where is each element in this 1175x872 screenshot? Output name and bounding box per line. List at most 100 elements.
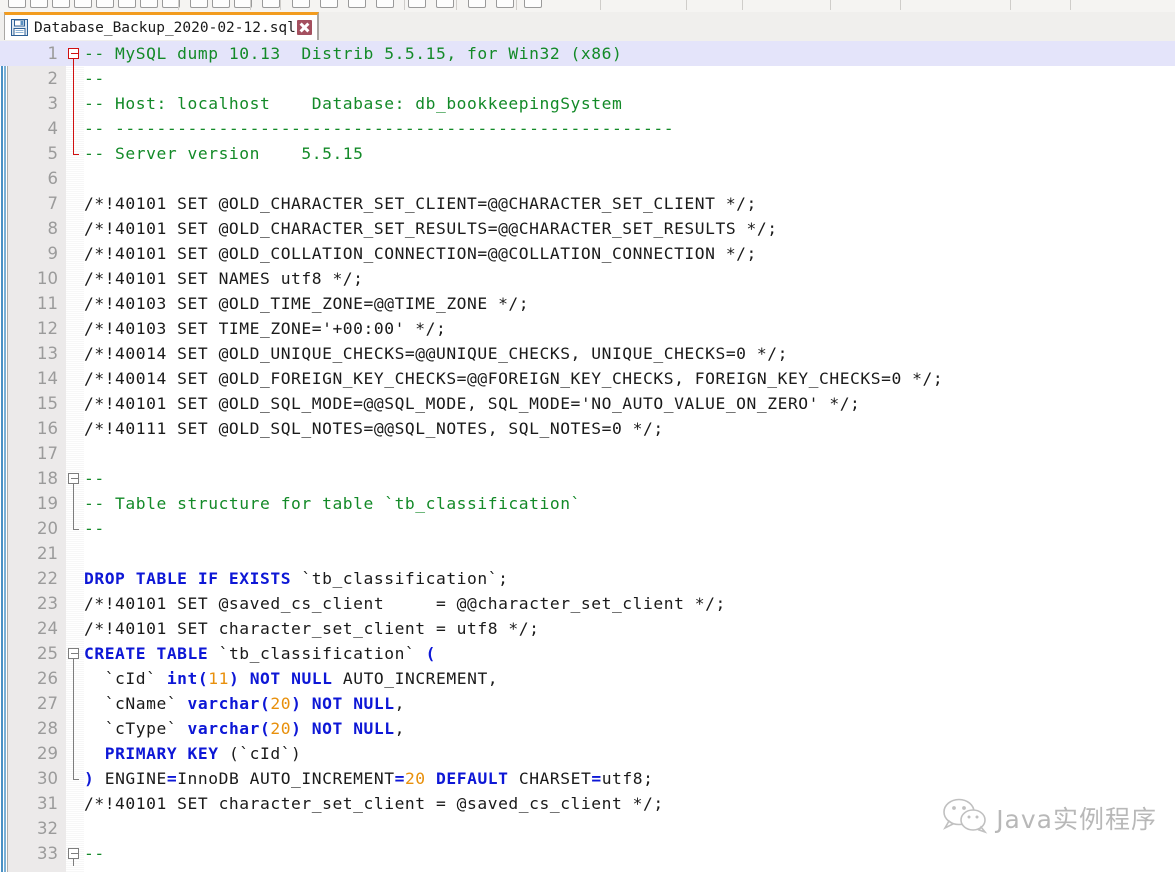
fold-line <box>73 484 74 491</box>
code-line[interactable]: 4 -- ------------------------------------… <box>0 116 1175 141</box>
code-line[interactable]: 1 -- MySQL dump 10.13 Distrib 5.5.15, for… <box>0 41 1175 66</box>
redo-icon[interactable] <box>262 0 280 8</box>
search-icon[interactable] <box>292 0 310 8</box>
sync-scroll-icon[interactable] <box>408 0 426 8</box>
line-number: 8 <box>47 219 59 238</box>
replace-icon[interactable] <box>320 0 338 8</box>
code-line[interactable]: 20 -- <box>0 516 1175 541</box>
record-macro-icon[interactable] <box>524 0 542 8</box>
tab-strip[interactable]: Database_Backup_2020-02-12.sql <box>0 12 1175 42</box>
toolbar-separator <box>686 0 687 10</box>
toolbar-separator <box>456 0 457 10</box>
code-text: -- <box>84 469 105 488</box>
code-line[interactable]: 24 /*!40101 SET character_set_client = ut… <box>0 616 1175 641</box>
line-number: 16 <box>37 419 58 438</box>
code-text: /*!40014 SET @OLD_UNIQUE_CHECKS=@@UNIQUE… <box>84 344 788 363</box>
fold-line <box>73 91 74 116</box>
code-text: -- <box>84 69 105 88</box>
code-line[interactable]: 33 -- <box>0 841 1175 866</box>
code-text: `cId` int(11) NOT NULL AUTO_INCREMENT, <box>84 669 499 688</box>
code-line[interactable]: 25 CREATE TABLE `tb_classification` ( <box>0 641 1175 666</box>
fold-toggle[interactable] <box>68 648 79 659</box>
editor-window: Database_Backup_2020-02-12.sql 1 -- MySQL… <box>0 0 1175 872</box>
code-text: /*!40101 SET @OLD_SQL_MODE=@@SQL_MODE, S… <box>84 394 861 413</box>
code-text: PRIMARY KEY (`cId`) <box>104 744 302 763</box>
code-line[interactable]: 10 /*!40101 SET NAMES utf8 */; <box>0 266 1175 291</box>
line-number: 25 <box>37 644 58 663</box>
line-number: 1 <box>47 44 59 63</box>
code-text: /*!40111 SET @OLD_SQL_NOTES=@@SQL_NOTES,… <box>84 419 664 438</box>
code-line[interactable]: 32 <box>0 816 1175 841</box>
code-line[interactable]: 21 <box>0 541 1175 566</box>
toolbar-separator <box>1070 0 1071 10</box>
save-icon[interactable] <box>52 0 70 8</box>
code-text: /*!40014 SET @OLD_FOREIGN_KEY_CHECKS=@@F… <box>84 369 944 388</box>
code-text: `cType` varchar(20) NOT NULL, <box>84 719 405 738</box>
code-line[interactable]: 11 /*!40103 SET @OLD_TIME_ZONE=@@TIME_ZON… <box>0 291 1175 316</box>
save-all-icon[interactable] <box>74 0 92 8</box>
code-text: CREATE TABLE `tb_classification` ( <box>84 644 436 663</box>
close-icon[interactable] <box>96 0 114 8</box>
fold-toggle[interactable] <box>68 848 79 859</box>
code-line[interactable]: 18 -- <box>0 466 1175 491</box>
code-lines[interactable]: 1 -- MySQL dump 10.13 Distrib 5.5.15, for… <box>0 41 1175 872</box>
code-line[interactable]: 8 /*!40101 SET @OLD_CHARACTER_SET_RESULTS… <box>0 216 1175 241</box>
code-line[interactable]: 22 DROP TABLE IF EXISTS `tb_classificatio… <box>0 566 1175 591</box>
code-line[interactable]: 9 /*!40101 SET @OLD_COLLATION_CONNECTION=… <box>0 241 1175 266</box>
toolbar-separator <box>900 0 901 10</box>
toolbar-separator <box>516 0 517 10</box>
code-line[interactable]: 30) ENGINE=InnoDB AUTO_INCREMENT=20 DEFA… <box>0 766 1175 791</box>
code-text: /*!40101 SET NAMES utf8 */; <box>84 269 364 288</box>
code-line[interactable]: 5 -- Server version 5.5.15 <box>0 141 1175 166</box>
fold-toggle[interactable] <box>68 473 79 484</box>
line-number: 21 <box>37 544 58 563</box>
code-line[interactable]: 6 <box>0 166 1175 191</box>
code-line[interactable]: 19 -- Table structure for table `tb_class… <box>0 491 1175 516</box>
zoom-out-icon[interactable] <box>376 0 394 8</box>
fold-line <box>73 766 74 779</box>
print-icon[interactable] <box>140 0 158 8</box>
code-line[interactable]: 2 -- <box>0 66 1175 91</box>
line-number: 27 <box>37 694 58 713</box>
code-line[interactable]: 13 /*!40014 SET @OLD_UNIQUE_CHECKS=@@UNIQ… <box>0 341 1175 366</box>
line-number: 13 <box>37 344 58 363</box>
fold-toggle[interactable] <box>68 48 79 59</box>
code-line[interactable]: 27 `cName` varchar(20) NOT NULL, <box>0 691 1175 716</box>
toolbar-separator <box>178 0 179 10</box>
fold-line <box>73 666 74 691</box>
indent-guide-icon[interactable] <box>496 0 514 8</box>
tab-close-icon[interactable] <box>296 20 312 35</box>
word-wrap-icon[interactable] <box>436 0 454 8</box>
code-editor[interactable]: 1 -- MySQL dump 10.13 Distrib 5.5.15, for… <box>0 41 1175 872</box>
code-line[interactable]: 16 /*!40111 SET @OLD_SQL_NOTES=@@SQL_NOTE… <box>0 416 1175 441</box>
fold-line <box>73 516 74 529</box>
code-text: -- Host: localhost Database: db_bookkeep… <box>84 94 623 113</box>
code-text: `cName` varchar(20) NOT NULL, <box>84 694 405 713</box>
code-text: -- Server version 5.5.15 <box>84 144 364 163</box>
line-number: 12 <box>37 319 58 338</box>
code-line[interactable]: 7 /*!40101 SET @OLD_CHARACTER_SET_CLIENT=… <box>0 191 1175 216</box>
code-line[interactable]: 17 <box>0 441 1175 466</box>
new-file-icon[interactable] <box>8 0 26 8</box>
line-number: 28 <box>37 719 58 738</box>
paste-icon[interactable] <box>212 0 230 8</box>
code-line[interactable]: 12 /*!40103 SET TIME_ZONE='+00:00' */; <box>0 316 1175 341</box>
code-line[interactable]: 31 /*!40101 SET character_set_client = @s… <box>0 791 1175 816</box>
show-all-chars-icon[interactable] <box>468 0 486 8</box>
zoom-in-icon[interactable] <box>348 0 366 8</box>
tab-database-backup[interactable]: Database_Backup_2020-02-12.sql <box>4 12 319 40</box>
copy-icon[interactable] <box>190 0 208 8</box>
code-line[interactable]: 28 `cType` varchar(20) NOT NULL, <box>0 716 1175 741</box>
code-line[interactable]: 29 PRIMARY KEY (`cId`) <box>0 741 1175 766</box>
code-line[interactable]: 3 -- Host: localhost Database: db_bookkee… <box>0 91 1175 116</box>
code-line[interactable]: 23 /*!40101 SET @saved_cs_client = @@char… <box>0 591 1175 616</box>
code-line[interactable]: 26 `cId` int(11) NOT NULL AUTO_INCREMENT… <box>0 666 1175 691</box>
code-line[interactable]: 14 /*!40014 SET @OLD_FOREIGN_KEY_CHECKS=@… <box>0 366 1175 391</box>
code-line[interactable]: 15 /*!40101 SET @OLD_SQL_MODE=@@SQL_MODE,… <box>0 391 1175 416</box>
close-all-icon[interactable] <box>118 0 136 8</box>
toolbar-separator <box>280 0 281 10</box>
line-number: 19 <box>37 494 58 513</box>
line-number: 4 <box>47 119 59 138</box>
toolbar-separator <box>600 0 601 10</box>
open-folder-icon[interactable] <box>30 0 48 8</box>
